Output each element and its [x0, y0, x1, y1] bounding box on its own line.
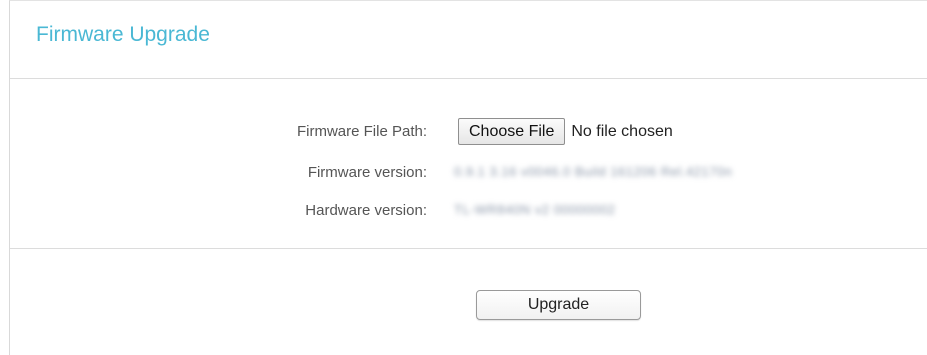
firmware-upgrade-panel: Firmware Upgrade Firmware File Path: Cho… [9, 0, 927, 355]
firmware-file-path-label: Firmware File Path: [296, 123, 427, 140]
upgrade-button[interactable]: Upgrade [476, 290, 641, 320]
bottom-divider [10, 248, 927, 249]
choose-file-button[interactable]: Choose File [458, 118, 566, 145]
hardware-version-value: TL-WR840N v2 00000002 [454, 202, 616, 217]
firmware-version-label: Firmware version: [307, 164, 427, 181]
hardware-version-label: Hardware version: [305, 202, 427, 219]
page-title: Firmware Upgrade [36, 23, 210, 46]
firmware-version-value: 0.9.1 3.16 v0046.0 Build 161206 Rel.4217… [454, 164, 733, 179]
firmware-file-input[interactable]: Choose File No file chosen [458, 118, 673, 145]
top-divider [10, 78, 927, 79]
file-status-text: No file chosen [571, 122, 673, 140]
